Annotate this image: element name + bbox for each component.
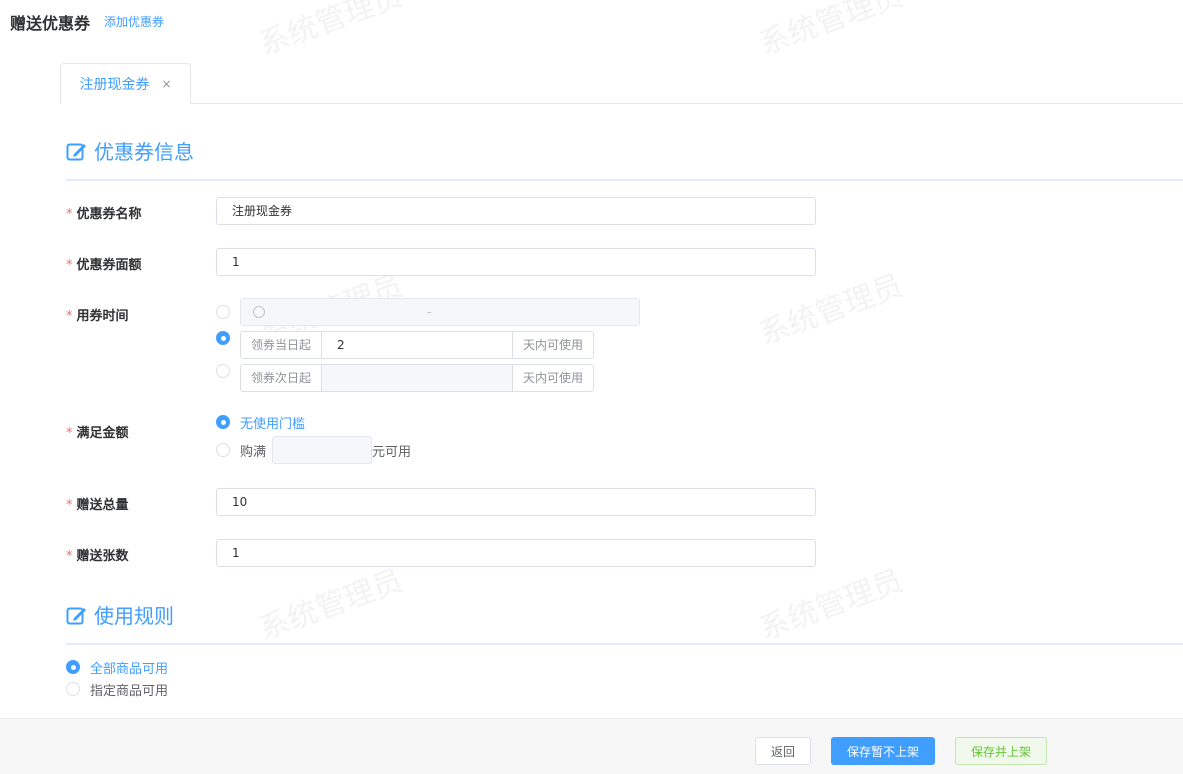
save-draft-button[interactable]: 保存暂不上架 bbox=[831, 737, 935, 765]
label-coupon-amount: * 优惠券面额 bbox=[66, 258, 142, 273]
close-icon[interactable]: × bbox=[161, 77, 171, 91]
radio-time-next-day[interactable] bbox=[216, 364, 230, 378]
next-day-group: 领券次日起 天内可使用 bbox=[240, 364, 595, 392]
edit-icon bbox=[66, 143, 86, 160]
section-title-text: 使用规则 bbox=[94, 604, 174, 628]
watermark: 系统管理员 bbox=[754, 563, 908, 648]
coupon-name-input[interactable]: 注册现金券 bbox=[216, 197, 816, 225]
label-coupon-name: * 优惠券名称 bbox=[66, 207, 142, 222]
clock-icon bbox=[253, 306, 265, 318]
same-day-prefix: 领券当日起 bbox=[241, 332, 323, 358]
section-divider bbox=[66, 179, 1183, 181]
breadcrumb-subtitle[interactable]: 添加优惠券 bbox=[104, 13, 164, 30]
same-day-group: 领券当日起 2 天内可使用 bbox=[240, 331, 595, 359]
save-publish-button[interactable]: 保存并上架 bbox=[955, 737, 1047, 765]
radio-time-range[interactable] bbox=[216, 305, 230, 319]
label-per-user: * 赠送张数 bbox=[66, 549, 129, 564]
range-separator: - bbox=[427, 304, 432, 320]
radio-time-same-day[interactable] bbox=[216, 331, 230, 345]
tab-label: 注册现金券 bbox=[79, 77, 150, 93]
label-use-time: * 用券时间 bbox=[66, 309, 129, 324]
next-day-suffix: 天内可使用 bbox=[512, 365, 594, 391]
watermark: 系统管理员 bbox=[254, 0, 408, 63]
radio-specific-products[interactable] bbox=[66, 682, 80, 696]
no-threshold-label[interactable]: 无使用门槛 bbox=[240, 413, 305, 432]
all-products-label[interactable]: 全部商品可用 bbox=[90, 658, 168, 677]
coupon-amount-input[interactable]: 1 bbox=[216, 248, 816, 276]
per-user-count-input[interactable]: 1 bbox=[216, 539, 816, 567]
tab-register-coupon[interactable]: 注册现金券 × bbox=[60, 63, 191, 104]
tab-bar-divider bbox=[60, 103, 1183, 104]
same-day-suffix: 天内可使用 bbox=[512, 332, 594, 358]
section-title-info: 优惠券信息 bbox=[66, 136, 194, 165]
next-day-prefix: 领券次日起 bbox=[241, 365, 323, 391]
label-threshold: * 满足金额 bbox=[66, 426, 129, 441]
min-spend-prefix: 购满 bbox=[240, 445, 267, 460]
radio-min-spend[interactable] bbox=[216, 443, 230, 457]
watermark: 系统管理员 bbox=[254, 563, 408, 648]
min-spend-suffix: 元可用 bbox=[372, 445, 412, 460]
edit-icon bbox=[66, 607, 86, 624]
next-day-days-input[interactable] bbox=[322, 365, 513, 391]
section-title-text: 优惠券信息 bbox=[94, 140, 194, 164]
radio-no-threshold[interactable] bbox=[216, 415, 230, 429]
radio-all-products[interactable] bbox=[66, 660, 80, 674]
min-spend-input[interactable] bbox=[272, 436, 372, 464]
label-total: * 赠送总量 bbox=[66, 498, 129, 513]
section-divider bbox=[66, 643, 1183, 645]
specific-products-label[interactable]: 指定商品可用 bbox=[90, 680, 168, 699]
date-range-picker[interactable]: - bbox=[240, 298, 640, 326]
same-day-days-input[interactable]: 2 bbox=[322, 332, 512, 358]
total-quantity-input[interactable]: 10 bbox=[216, 488, 816, 516]
page-title: 赠送优惠券 bbox=[10, 14, 91, 33]
section-title-rules: 使用规则 bbox=[66, 600, 174, 629]
watermark: 系统管理员 bbox=[754, 0, 908, 63]
back-button[interactable]: 返回 bbox=[755, 737, 811, 765]
